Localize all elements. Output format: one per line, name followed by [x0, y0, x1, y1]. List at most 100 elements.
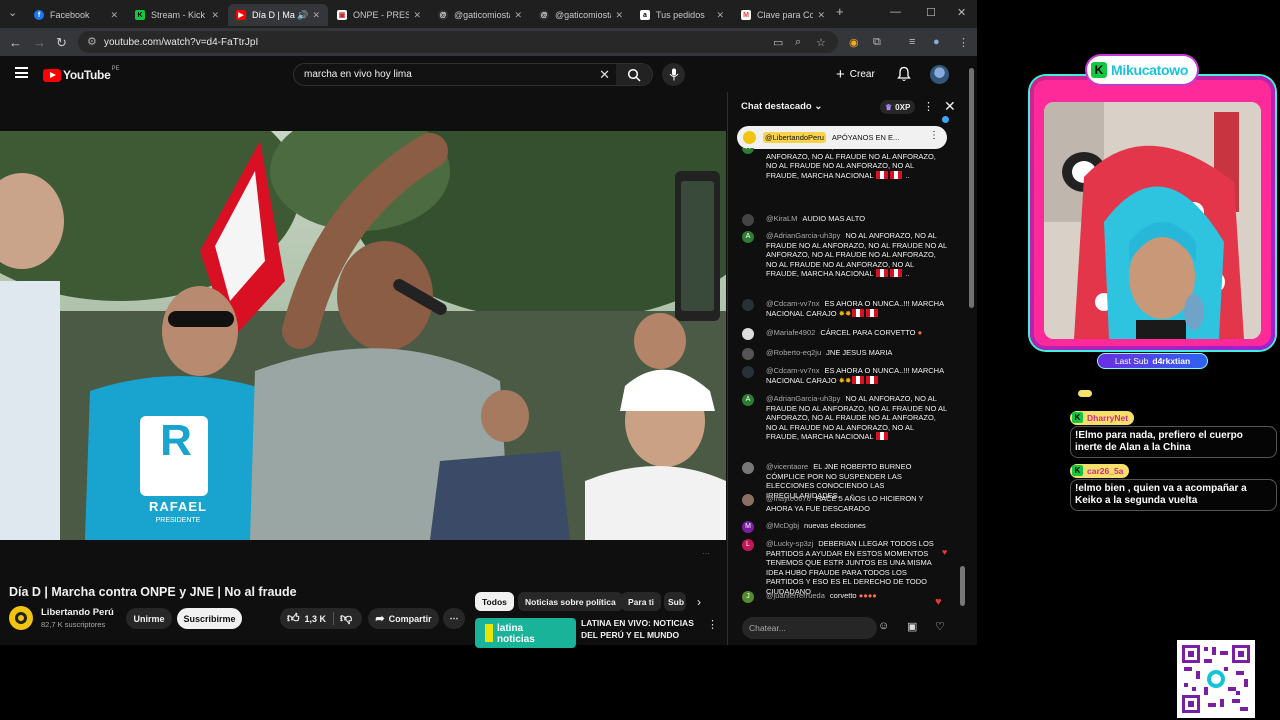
speaker-icon[interactable]: 🔊 [297, 10, 308, 21]
tab-threads-1[interactable]: @ @gaticomiosta ✕ [430, 4, 530, 26]
minimize-icon[interactable]: — [890, 6, 901, 18]
menu-icon[interactable] [15, 67, 28, 78]
chat-close-icon[interactable]: ✕ [944, 98, 956, 115]
new-tab-icon[interactable]: + [836, 4, 844, 19]
close-window-icon[interactable]: ✕ [957, 6, 966, 19]
chat-author[interactable]: @KiraLM [766, 214, 797, 223]
bookmark-star-icon[interactable]: ☆ [816, 36, 826, 49]
recommendation-title[interactable]: LATINA EN VIVO: NOTICIAS DEL PERÚ Y EL M… [581, 617, 696, 641]
recommendation-menu-icon[interactable]: ⋮ [707, 618, 718, 631]
chat-input[interactable]: Chatear... [742, 617, 877, 639]
tab-search-icon[interactable]: ⌄ [8, 6, 17, 19]
chat-scrollbar[interactable] [960, 126, 965, 636]
tab-onpe[interactable]: ▣ ONPE - PRESE ✕ [329, 4, 429, 26]
tab-gmail[interactable]: M Clave para Con ✕ [733, 4, 833, 26]
chat-author[interactable]: @Roberto-eq2ju [766, 348, 821, 357]
chat-author[interactable]: @Lucky-sp3zj [766, 539, 813, 548]
chat-author[interactable]: @AdrianGarcia-uh3py [766, 231, 840, 240]
chat-mode-dropdown[interactable]: Chat destacado ⌄ [741, 101, 822, 112]
xp-badge[interactable]: ♛ 0XP [880, 100, 916, 114]
chat-author[interactable]: @Mariafe4902 [766, 328, 815, 337]
media-queue-icon[interactable]: ≡ [909, 36, 915, 48]
channel-name[interactable]: Libertando Perú [41, 607, 114, 618]
extension-icon[interactable]: ◉ [849, 36, 859, 49]
browser-menu-icon[interactable]: ⋮ [958, 36, 969, 49]
video-player[interactable]: R RAFAEL PRESIDENTE [0, 131, 726, 540]
subscribe-button[interactable]: Suscribirme [177, 608, 242, 629]
chip-label: Todos [482, 596, 507, 607]
super-chat-icon[interactable]: ▣ [907, 620, 917, 633]
close-icon[interactable]: ✕ [413, 10, 421, 21]
peru-flag-icon [890, 269, 903, 278]
close-icon[interactable]: ✕ [716, 10, 724, 21]
create-button[interactable]: + Crear [836, 65, 875, 83]
chat-scroll-thumb[interactable] [960, 566, 965, 606]
chat-text: nuevas elecciones [804, 521, 866, 530]
latina-logo-bar [485, 624, 493, 642]
tab-label: @gaticomiosta [555, 10, 612, 20]
reload-icon[interactable]: ↻ [56, 35, 67, 51]
chat-author[interactable]: @Cdcam-vv7nx [766, 299, 819, 308]
like-count[interactable]: 1,3 K [305, 614, 327, 624]
like-icon[interactable]: 👍︎ [287, 611, 300, 626]
page-scrollbar[interactable] [966, 56, 977, 645]
chevron-right-icon[interactable]: › [697, 595, 701, 609]
forward-icon[interactable]: → [33, 35, 46, 50]
kick-chat-message: K DharryNet !Elmo para nada, prefiero el … [1070, 407, 1277, 458]
url-field[interactable]: ⚙ youtube.com/watch?v=d4-FaTtrJpI [78, 31, 838, 53]
chat-menu-icon[interactable]: ⋮ [923, 100, 934, 113]
profile-icon[interactable]: ● [933, 36, 940, 48]
address-bar: ← → ↻ ⚙ youtube.com/watch?v=d4-FaTtrJpI … [0, 28, 977, 56]
peru-flag-icon [866, 375, 879, 384]
join-button[interactable]: Unirme [126, 608, 172, 629]
chip-politics-news[interactable]: Noticias sobre política [518, 592, 623, 611]
channel-avatar[interactable] [9, 606, 33, 630]
chat-author[interactable]: @Cdcam-vv7nx [766, 366, 819, 375]
chat-author[interactable]: @juanferrerrueda [766, 591, 825, 600]
close-icon[interactable]: ✕ [514, 10, 522, 21]
zoom-icon[interactable]: ⌕ [795, 36, 801, 49]
chat-author[interactable]: @vicentaore [766, 462, 808, 471]
tab-kick[interactable]: K Stream - Kick D ✕ [127, 4, 227, 26]
chat-text: CÁRCEL PARA CORVETTO [820, 328, 916, 337]
chip-all[interactable]: Todos [475, 592, 514, 611]
close-icon[interactable]: ✕ [615, 10, 623, 21]
emoji-icon[interactable]: ☺ [878, 620, 889, 632]
more-icon: ⋯ [449, 613, 459, 623]
close-icon[interactable]: ✕ [110, 10, 118, 21]
pinned-menu-icon[interactable]: ⋮ [929, 130, 939, 141]
tab-youtube[interactable]: ▶ Día D | Mar 🔊 ✕ [228, 4, 328, 26]
site-info-icon[interactable]: ⚙ [87, 35, 97, 48]
more-actions-button[interactable]: ⋯ [443, 608, 465, 629]
notifications-bell-icon[interactable] [897, 66, 911, 82]
extensions-puzzle-icon[interactable]: ⧉ [873, 36, 881, 49]
dislike-icon[interactable]: 👎︎ [340, 611, 352, 626]
chat-message: @Mariafe4902 CÁRCEL PARA CORVETTO ● [742, 328, 947, 340]
cast-icon[interactable]: ▭ [773, 36, 783, 49]
recommendation-thumbnail[interactable]: latina noticias [475, 618, 576, 648]
chip-for-you[interactable]: Para ti [621, 592, 661, 611]
account-avatar[interactable] [930, 65, 949, 84]
tab-amazon[interactable]: a Tus pedidos ✕ [632, 4, 732, 26]
chat-author[interactable]: @mayte0676 [766, 494, 811, 503]
pinned-message[interactable]: @LibertandoPeru APÓYANOS EN E... ⋮ [737, 126, 947, 149]
voice-search-button[interactable] [662, 63, 685, 86]
clear-search-icon[interactable]: ✕ [599, 67, 610, 83]
chat-avatar: J [742, 591, 754, 603]
tab-facebook[interactable]: f Facebook ✕ [26, 4, 126, 26]
back-icon[interactable]: ← [9, 35, 22, 50]
chip-more[interactable]: Sub [664, 592, 686, 611]
share-button[interactable]: ➦ Compartir [368, 608, 439, 629]
chat-author[interactable]: @AdrianGarcia-uh3py [766, 394, 840, 403]
close-icon[interactable]: ✕ [312, 10, 320, 21]
search-button[interactable] [616, 64, 652, 85]
tab-threads-2[interactable]: @ @gaticomiosta ✕ [531, 4, 631, 26]
close-icon[interactable]: ✕ [817, 10, 825, 21]
close-icon[interactable]: ✕ [211, 10, 219, 21]
chat-author[interactable]: @McDgbj [766, 521, 799, 530]
heart-icon[interactable]: ♡ [935, 620, 945, 633]
maximize-icon[interactable]: ☐ [926, 6, 936, 19]
page-scroll-thumb[interactable] [969, 68, 974, 308]
youtube-logo[interactable]: YouTube PE [43, 66, 119, 82]
search-input[interactable]: marcha en vivo hoy lima ✕ [293, 63, 653, 86]
